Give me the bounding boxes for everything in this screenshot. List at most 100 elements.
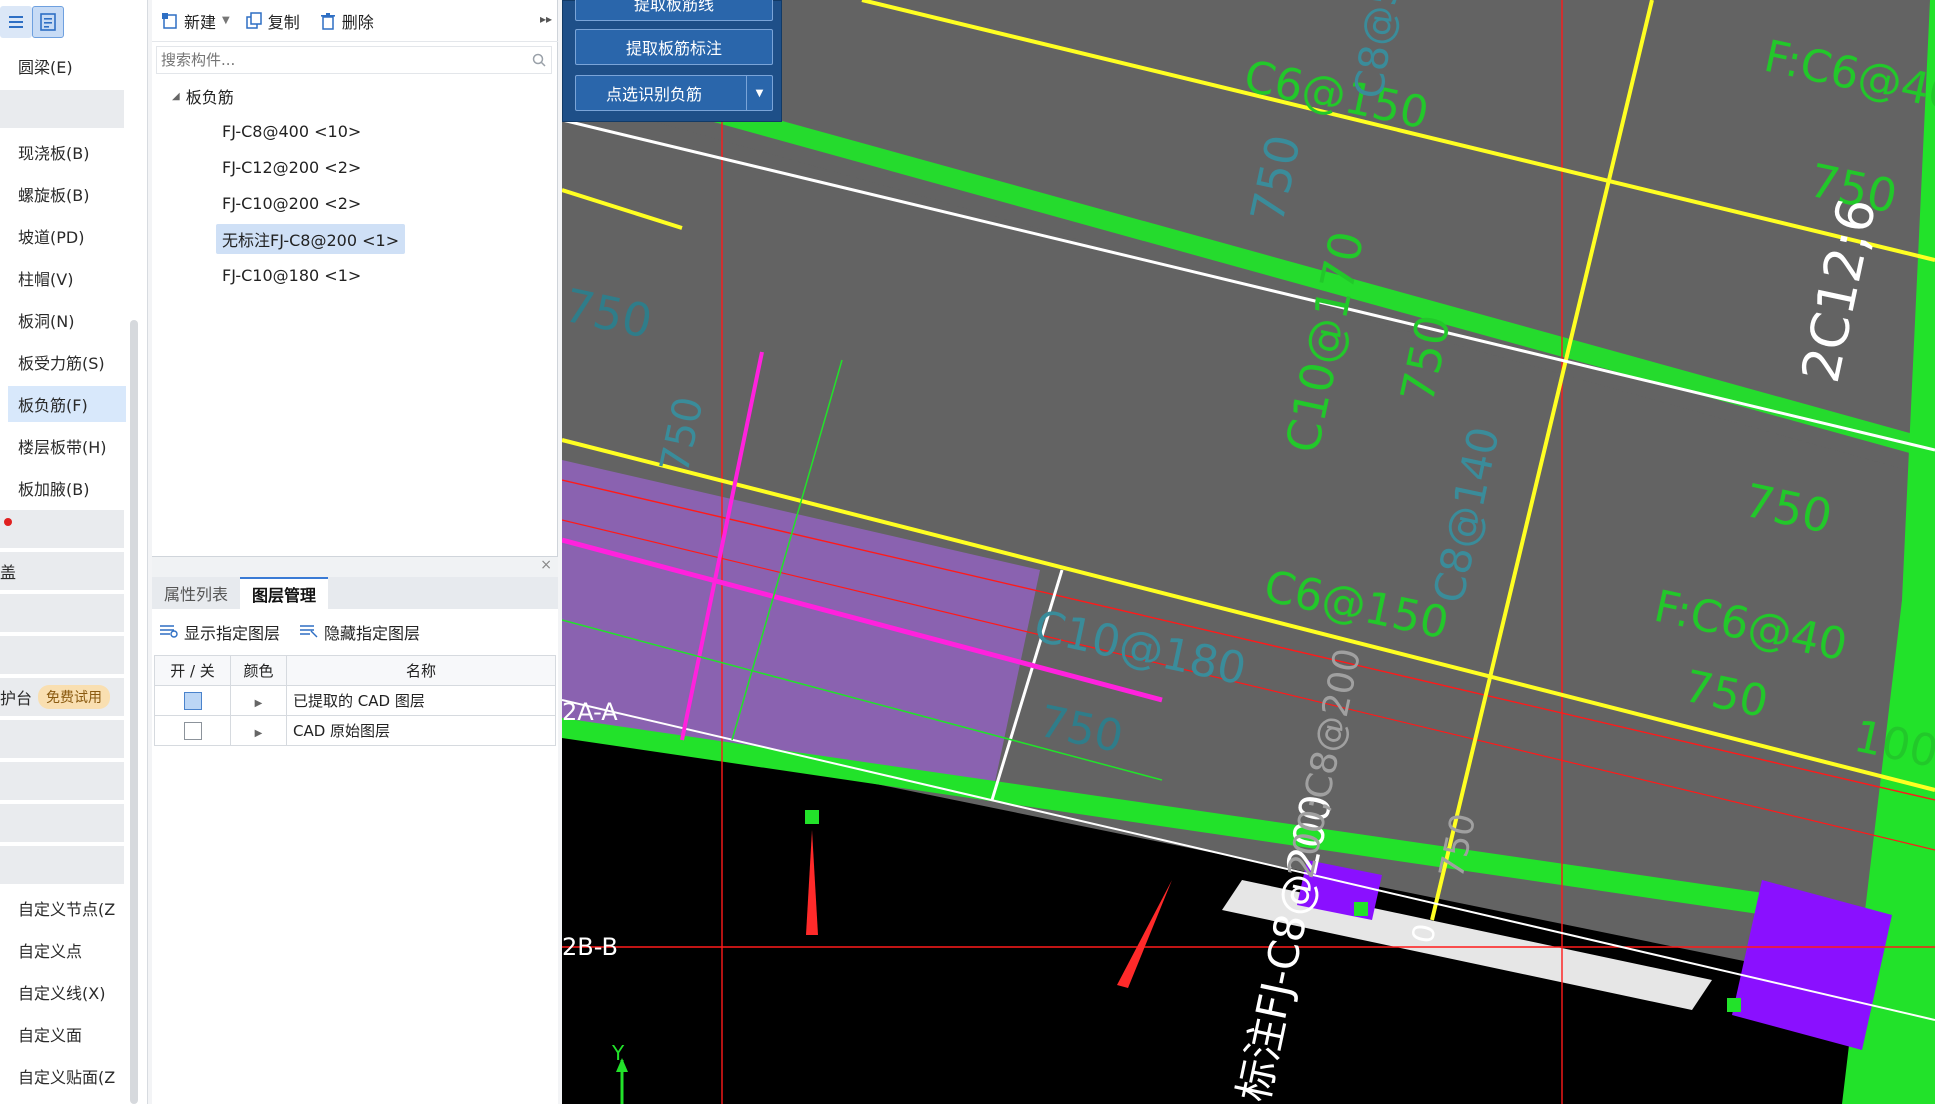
column-header[interactable]: 颜色 <box>230 655 287 686</box>
axis-y-label: Y <box>611 1041 625 1065</box>
cad-label: F:C6@400 <box>1760 31 1935 127</box>
layer-checkbox[interactable] <box>183 721 202 740</box>
tree-node-label: FJ-C10@180 <1> <box>222 265 362 285</box>
cad-label: 750 <box>1740 473 1837 544</box>
cad-label: 750 <box>562 278 657 349</box>
extract-rebar-annotation-button[interactable]: 提取板筋标注 <box>575 29 773 65</box>
expand-icon[interactable]: ▶ <box>255 698 263 709</box>
extract-rebar-line-button[interactable]: 提取板筋线 <box>575 0 773 21</box>
dropdown-arrow-icon[interactable]: ▼ <box>222 15 230 26</box>
tree-node[interactable]: FJ-C12@200 <2> <box>216 152 367 182</box>
tab-label: 图层管理 <box>252 586 317 605</box>
tree-view-icon[interactable] <box>32 6 64 38</box>
sidebar-group-label: 护台 <box>0 689 33 708</box>
tree-node-selected[interactable]: 无标注FJ-C8@200 <1> <box>216 224 406 254</box>
show-layer-label: 显示指定图层 <box>184 624 281 643</box>
sidebar-item-ramp[interactable]: 坡道(PD) <box>8 218 126 254</box>
panel-tabs: 属性列表 图层管理 <box>152 577 558 609</box>
sidebar-group-label: 盖 <box>0 563 17 582</box>
layer-checkbox[interactable] <box>183 691 202 710</box>
sidebar-item-custom-face[interactable]: 自定义面 <box>8 1016 126 1052</box>
free-trial-badge[interactable]: 免费试用 <box>38 685 111 709</box>
sidebar-item-custom-point[interactable]: 自定义点 <box>8 932 126 968</box>
sidebar-item-slab-haunch[interactable]: 板加腋(B) <box>8 470 126 506</box>
beam-gap <box>562 80 1935 478</box>
sidebar-group-9[interactable] <box>0 804 124 842</box>
table-row: ▶ 已提取的 CAD 图层 <box>154 685 556 716</box>
layer-panel: × 属性列表 图层管理 显示指定图层 隐藏指定图层 开 / 关 颜色 名称 ▶ … <box>152 556 558 1104</box>
sidebar-item-custom-surface[interactable]: 自定义贴面(Z <box>8 1058 126 1094</box>
layer-name: 已提取的 CAD 图层 <box>286 685 556 716</box>
collapse-icon[interactable]: ◢ <box>172 91 180 102</box>
close-icon[interactable]: × <box>540 557 552 573</box>
new-button[interactable]: 新建 ▼ <box>160 6 230 36</box>
category-sidebar: 圆梁(E) 现浇板(B) 螺旋板(B) 坡道(PD) 柱帽(V) 板洞(N) 板… <box>0 0 148 1104</box>
sidebar-group-6[interactable]: 护台 免费试用 <box>0 678 124 716</box>
sidebar-item-spiral-slab[interactable]: 螺旋板(B) <box>8 176 126 212</box>
sidebar-view-toggle <box>0 6 147 40</box>
sidebar-group-1[interactable] <box>0 90 124 128</box>
layer-actions: 显示指定图层 隐藏指定图层 <box>158 617 438 647</box>
sidebar-group-8[interactable] <box>0 762 124 800</box>
sidebar-item-slab-band[interactable]: 楼层板带(H) <box>8 428 126 464</box>
sidebar-item-column-cap[interactable]: 柱帽(V) <box>8 260 126 296</box>
cad-drawing: C6@150 C8@50 F:C6@400 750 750 750 C10@17… <box>562 0 1935 1104</box>
copy-icon <box>244 11 264 31</box>
tree-node[interactable]: FJ-C10@200 <2> <box>216 188 367 218</box>
cad-label: 750 <box>1035 696 1128 763</box>
search-icon[interactable] <box>527 53 551 67</box>
panel-header: × <box>152 557 558 577</box>
component-toolbar: 新建 ▼ 复制 删除 ▸▸ <box>152 0 558 42</box>
sidebar-group-2[interactable] <box>0 510 124 548</box>
sidebar-item-slab-hole[interactable]: 板洞(N) <box>8 302 126 338</box>
tree-root[interactable]: ◢ 板负筋 <box>172 84 234 108</box>
list-view-icon[interactable] <box>0 6 32 38</box>
table-header-row: 开 / 关 颜色 名称 <box>154 655 556 686</box>
search-input[interactable] <box>157 47 527 73</box>
sidebar-group-5[interactable] <box>0 636 124 674</box>
column-header[interactable]: 名称 <box>286 655 556 686</box>
new-icon <box>160 11 180 31</box>
color-cell: ▶ <box>230 685 287 716</box>
sidebar-item-label: 坡道(PD) <box>18 228 85 247</box>
color-cell: ▶ <box>230 715 287 746</box>
pick-identify-negative-rebar-button[interactable]: 点选识别负筋 ▼ <box>575 75 773 111</box>
sidebar-item-cast-slab[interactable]: 现浇板(B) <box>8 134 126 170</box>
tree-node[interactable]: FJ-C10@180 <1> <box>216 260 367 290</box>
sidebar-item-slab-negative-rebar[interactable]: 板负筋(F) <box>8 386 126 422</box>
button-label: 提取板筋标注 <box>625 39 722 58</box>
cad-label: 750 <box>1680 661 1773 728</box>
sidebar-item-custom-node[interactable]: 自定义节点(Z <box>8 890 126 926</box>
beam-outline <box>562 118 1935 452</box>
sidebar-group-7[interactable] <box>0 720 124 758</box>
column-header[interactable]: 开 / 关 <box>154 655 231 686</box>
toggle-cell <box>154 685 231 716</box>
layer-table: 开 / 关 颜色 名称 ▶ 已提取的 CAD 图层 ▶ CAD 原始图层 <box>154 655 556 746</box>
tree-node[interactable]: FJ-C8@400 <10> <box>216 116 367 146</box>
sidebar-item-label: 板受力筋(S) <box>18 354 105 373</box>
cad-drawing-canvas[interactable]: C6@150 C8@50 F:C6@400 750 750 750 C10@17… <box>562 0 1935 1104</box>
tab-properties[interactable]: 属性列表 <box>152 577 240 609</box>
button-label: 提取板筋线 <box>633 0 714 14</box>
copy-button[interactable]: 复制 <box>244 6 300 36</box>
grid-label: 2B-B <box>562 933 618 961</box>
delete-button[interactable]: 删除 <box>318 6 374 36</box>
more-icon[interactable]: ▸▸ <box>540 12 552 26</box>
tab-layer-management[interactable]: 图层管理 <box>240 577 329 609</box>
show-layer-button[interactable]: 显示指定图层 <box>158 620 280 644</box>
red-dot-icon <box>4 518 12 526</box>
sidebar-group-3[interactable]: 盖 <box>0 552 124 590</box>
sidebar-item-slab-main-rebar[interactable]: 板受力筋(S) <box>8 344 126 380</box>
sidebar-group-10[interactable] <box>0 846 124 884</box>
dropdown-arrow-icon[interactable]: ▼ <box>746 76 772 110</box>
sidebar-item-ring-beam[interactable]: 圆梁(E) <box>8 48 126 84</box>
sidebar-item-label: 现浇板(B) <box>18 144 90 163</box>
hide-layer-button[interactable]: 隐藏指定图层 <box>298 620 420 644</box>
sidebar-scrollbar[interactable] <box>130 320 138 1104</box>
component-panel: 新建 ▼ 复制 删除 ▸▸ ◢ 板负筋 FJ-C8@400 <10> FJ-C1… <box>152 0 558 1104</box>
node-marker <box>1727 998 1741 1012</box>
cad-label: 2C12;6 <box>1791 193 1888 388</box>
expand-icon[interactable]: ▶ <box>255 728 263 739</box>
sidebar-group-4[interactable] <box>0 594 124 632</box>
sidebar-item-custom-line[interactable]: 自定义线(X) <box>8 974 126 1010</box>
